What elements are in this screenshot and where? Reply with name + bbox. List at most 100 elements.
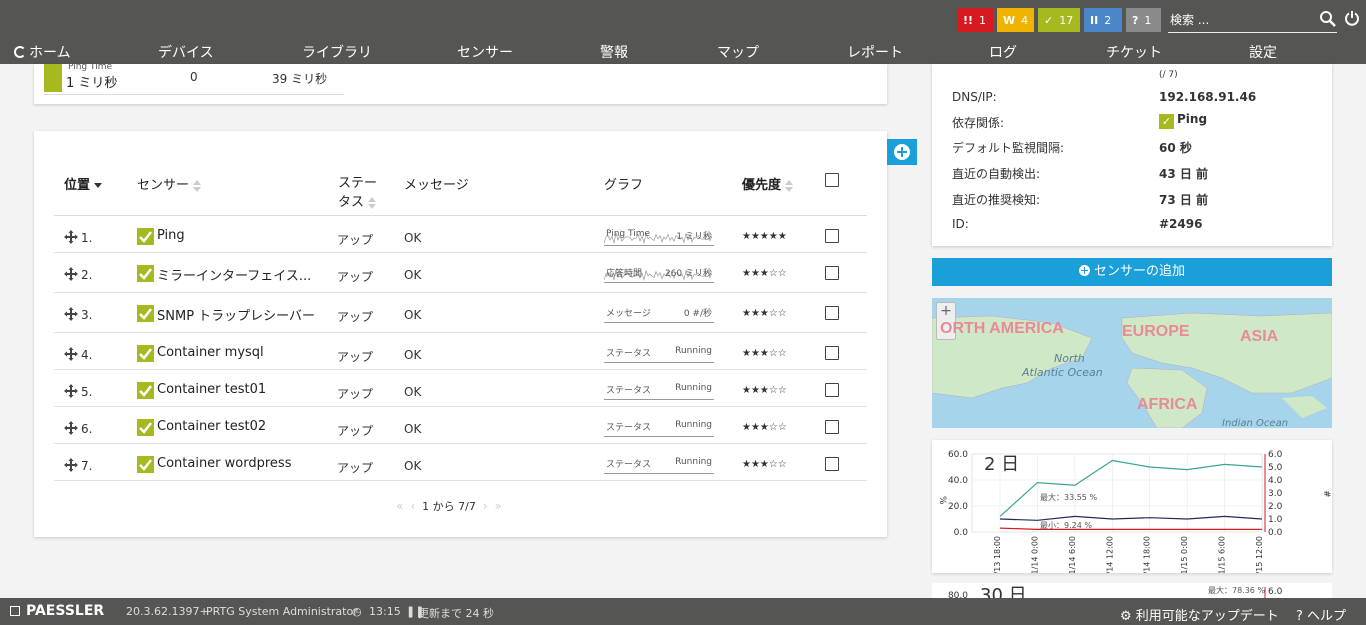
mini-graph[interactable]: ステータス Running bbox=[604, 381, 714, 400]
drag-handle-icon[interactable] bbox=[64, 230, 78, 244]
unknown-badge[interactable]: ? 1 bbox=[1126, 8, 1161, 32]
nav-sensors[interactable]: センサー bbox=[457, 42, 513, 62]
sensor-name-link[interactable]: Container wordpress bbox=[157, 456, 291, 471]
updates-link[interactable]: ⚙ 利用可能なアップデート bbox=[1120, 605, 1279, 624]
col-status[interactable]: ステータス bbox=[338, 174, 383, 212]
nav-libraries[interactable]: ライブラリ bbox=[302, 42, 372, 62]
add-button[interactable] bbox=[887, 139, 917, 165]
help-label: ヘルプ bbox=[1307, 609, 1347, 624]
info-value-autodiscovery: 43 日 前 bbox=[1159, 167, 1209, 181]
row-checkbox[interactable] bbox=[825, 420, 839, 434]
add-sensor-button[interactable]: センサーの追加 bbox=[932, 258, 1332, 286]
priority-stars[interactable]: ★★★☆☆ bbox=[742, 348, 787, 359]
search-icon[interactable] bbox=[1319, 10, 1337, 28]
nav-reports[interactable]: レポート bbox=[847, 42, 903, 62]
priority-stars[interactable]: ★★★★★ bbox=[742, 231, 787, 242]
table-row[interactable]: 5. Container test01 アップ OK ステータス Running ★★★☆☆ bbox=[54, 369, 867, 407]
row-checkbox[interactable] bbox=[825, 346, 839, 360]
sensor-name-link[interactable]: Container test01 bbox=[157, 382, 266, 397]
power-icon[interactable] bbox=[1344, 10, 1360, 26]
nav-home[interactable]: ホーム bbox=[14, 42, 71, 62]
x-tick-label: 01/15 12:00 bbox=[1255, 536, 1264, 573]
sensor-name-link[interactable]: Container test02 bbox=[157, 419, 266, 434]
first-page-icon[interactable]: « bbox=[396, 499, 403, 513]
sensor-name-link[interactable]: Container mysql bbox=[157, 345, 264, 360]
row-checkbox[interactable] bbox=[825, 306, 839, 320]
priority-stars[interactable]: ★★★☆☆ bbox=[742, 422, 787, 433]
clock-time: 13:15 bbox=[369, 605, 401, 618]
table-row[interactable]: 1. Ping アップ OK Ping Time 1 ミリ秒 ★★★★★ bbox=[54, 215, 867, 253]
zoom-in-icon[interactable]: + bbox=[937, 303, 955, 319]
mini-graph[interactable]: ステータス Running bbox=[604, 418, 714, 437]
row-number: 4. bbox=[81, 348, 93, 362]
table-row[interactable]: 2. ミラーインターフェイス... アップ OK 応答時間 260 ミリ秒 ★★★☆☆ bbox=[54, 252, 867, 293]
sensor-name-link[interactable]: ミラーインターフェイス... bbox=[157, 265, 311, 284]
footer: PAESSLER 20.3.62.1397+ PRTG System Admin… bbox=[0, 598, 1366, 625]
drag-handle-icon[interactable] bbox=[64, 307, 78, 321]
help-link[interactable]: ? ヘルプ bbox=[1296, 605, 1346, 624]
x-tick-label: 01/15 0:00 bbox=[1180, 536, 1189, 573]
graph-label: ステータス bbox=[606, 386, 652, 396]
next-page-icon[interactable]: › bbox=[483, 499, 488, 513]
row-checkbox[interactable] bbox=[825, 229, 839, 243]
graph-label: ステータス bbox=[606, 349, 652, 359]
col-sensor[interactable]: センサー bbox=[137, 174, 202, 193]
table-row[interactable]: 4. Container mysql アップ OK ステータス Running ★★★☆☆ bbox=[54, 332, 867, 370]
nav-devices[interactable]: デバイス bbox=[158, 42, 214, 62]
mini-graph[interactable]: メッセージ 0 #/秒 bbox=[604, 304, 714, 323]
row-number: 6. bbox=[81, 422, 93, 436]
clock-icon: ◷ bbox=[352, 605, 362, 618]
mini-graph[interactable]: 応答時間 260 ミリ秒 bbox=[604, 264, 714, 283]
nav-maps[interactable]: マップ bbox=[717, 42, 759, 62]
prev-page-icon[interactable]: ‹ bbox=[410, 499, 415, 513]
drag-handle-icon[interactable] bbox=[64, 421, 78, 435]
map-land bbox=[932, 312, 1332, 428]
mini-graph[interactable]: ステータス Running bbox=[604, 455, 714, 474]
sensor-name-link[interactable]: Ping bbox=[157, 228, 185, 243]
row-checkbox[interactable] bbox=[825, 457, 839, 471]
user-name[interactable]: PRTG System Administrator bbox=[206, 605, 358, 618]
priority-stars[interactable]: ★★★☆☆ bbox=[742, 385, 787, 396]
graph-value: Running bbox=[675, 457, 712, 467]
nav-logs[interactable]: ログ bbox=[989, 42, 1017, 62]
sort-icon bbox=[368, 196, 377, 209]
table-row[interactable]: 6. Container test02 アップ OK ステータス Running ★★★☆☆ bbox=[54, 406, 867, 444]
status-ok-icon bbox=[137, 456, 154, 473]
sensor-name-link[interactable]: SNMP トラップレシーバー bbox=[157, 305, 315, 324]
nav-setup[interactable]: 設定 bbox=[1249, 42, 1277, 62]
info-value-dependency[interactable]: ✓ Ping bbox=[1159, 112, 1207, 129]
priority-stars[interactable]: ★★★☆☆ bbox=[742, 308, 787, 319]
paused-count: 2 bbox=[1104, 13, 1112, 27]
col-position[interactable]: 位置 bbox=[64, 174, 103, 193]
sensor-message: OK bbox=[404, 308, 422, 322]
drag-handle-icon[interactable] bbox=[64, 384, 78, 398]
table-row[interactable]: 3. SNMP トラップレシーバー アップ OK メッセージ 0 #/秒 ★★★☆☆ bbox=[54, 292, 867, 333]
search-input[interactable]: 検索 ... bbox=[1168, 8, 1337, 33]
world-map[interactable]: + ORTH AMERICA EUROPE ASIA AFRICA North … bbox=[932, 298, 1332, 428]
row-checkbox[interactable] bbox=[825, 266, 839, 280]
graph-label: 応答時間 bbox=[606, 269, 643, 279]
col-graph: グラフ bbox=[604, 178, 644, 193]
drag-handle-icon[interactable] bbox=[64, 347, 78, 361]
alarm-badge[interactable]: !! 1 bbox=[957, 8, 993, 32]
priority-stars[interactable]: ★★★☆☆ bbox=[742, 459, 787, 470]
priority-stars[interactable]: ★★★☆☆ bbox=[742, 268, 787, 279]
mini-graph[interactable]: Ping Time 1 ミリ秒 bbox=[604, 227, 714, 246]
device-info-panel: (/ 7) DNS/IP: 192.168.91.46 依存関係: ✓ Ping … bbox=[932, 64, 1332, 246]
mini-graph[interactable]: ステータス Running bbox=[604, 344, 714, 363]
info-value-dns: 192.168.91.46 bbox=[1159, 90, 1257, 104]
col-priority[interactable]: 優先度 bbox=[742, 174, 794, 193]
paused-badge[interactable]: II 2 bbox=[1084, 8, 1122, 32]
drag-handle-icon[interactable] bbox=[64, 267, 78, 281]
refresh-countdown[interactable]: 更新まで 24 秒 bbox=[418, 605, 494, 621]
nav-tickets[interactable]: チケット bbox=[1106, 42, 1162, 62]
status-bar bbox=[44, 64, 62, 92]
select-all-checkbox[interactable] bbox=[825, 173, 839, 187]
last-page-icon[interactable]: » bbox=[495, 499, 502, 513]
table-row[interactable]: 7. Container wordpress アップ OK ステータス Running ★★… bbox=[54, 443, 867, 481]
up-badge[interactable]: ✓ 17 bbox=[1038, 8, 1080, 32]
row-checkbox[interactable] bbox=[825, 383, 839, 397]
drag-handle-icon[interactable] bbox=[64, 458, 78, 472]
warning-badge[interactable]: W4 bbox=[997, 8, 1034, 32]
nav-alarms[interactable]: 警報 bbox=[600, 42, 628, 62]
